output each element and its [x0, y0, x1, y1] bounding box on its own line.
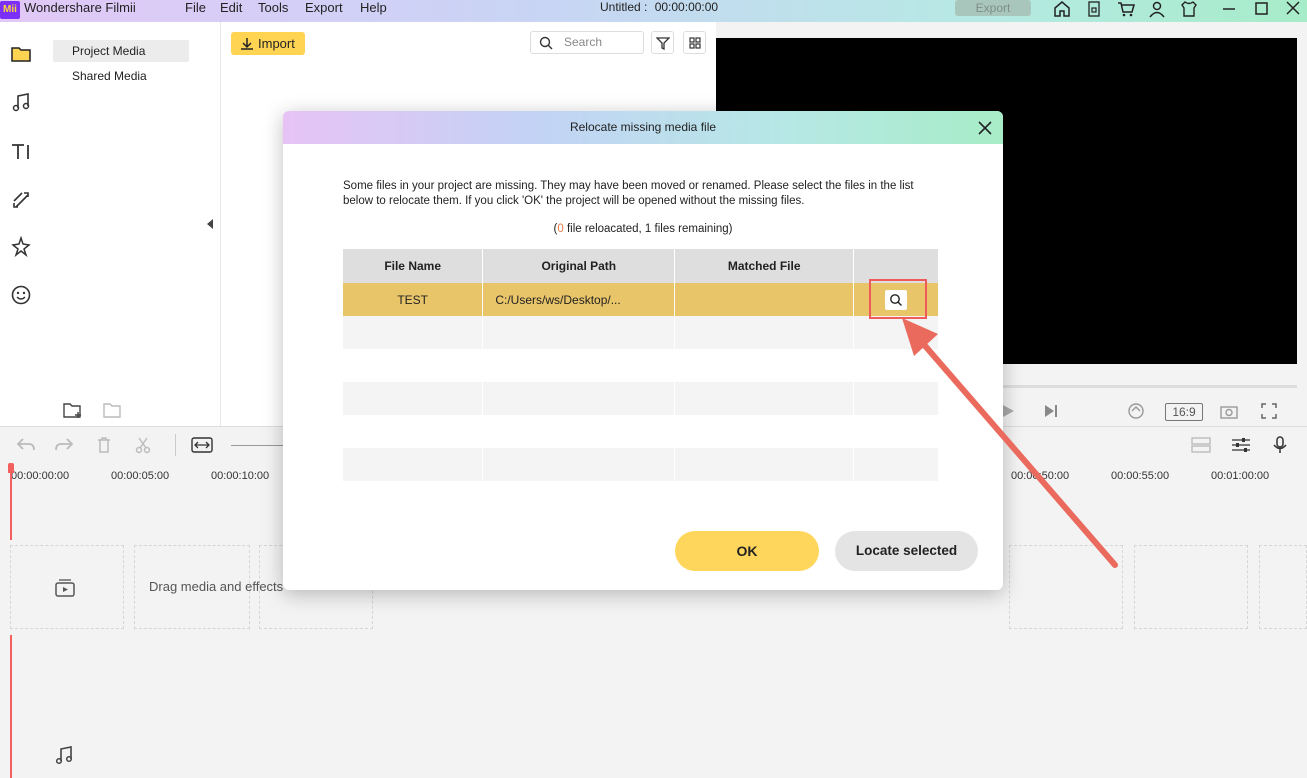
track-slot — [1134, 545, 1248, 629]
filter-icon — [656, 37, 670, 50]
table-row — [343, 415, 939, 448]
relocate-status: (0 file reloacated, 1 files remaining) — [283, 223, 1003, 235]
missing-files-table: File Name Original Path Matched File TES… — [343, 249, 939, 481]
shirt-icon[interactable] — [1178, 0, 1200, 18]
music-icon[interactable] — [10, 92, 32, 114]
menu-export[interactable]: Export — [305, 0, 343, 18]
annotation-arrow — [902, 318, 1118, 568]
audio-track-icon — [55, 746, 73, 765]
folder-icon[interactable] — [10, 43, 32, 65]
redo-icon[interactable] — [54, 436, 74, 454]
shared-media-tab[interactable]: Shared Media — [72, 68, 147, 84]
search-icon — [539, 36, 553, 50]
filter-button[interactable] — [651, 31, 674, 54]
ok-button[interactable]: OK — [675, 531, 819, 571]
dialog-close-icon[interactable] — [974, 117, 996, 139]
tick-label: 00:01:00:00 — [1211, 470, 1270, 482]
fullscreen-icon[interactable] — [1261, 403, 1277, 419]
file-lock-icon[interactable] — [1083, 0, 1105, 18]
export-button[interactable]: Export — [955, 0, 1031, 16]
microphone-icon[interactable] — [1270, 435, 1290, 455]
table-row — [343, 316, 939, 349]
track-manager-icon[interactable] — [1190, 436, 1212, 454]
text-icon[interactable] — [10, 141, 32, 163]
close-window-icon[interactable] — [1282, 0, 1304, 18]
menu-tools[interactable]: Tools — [258, 0, 288, 18]
track-hint: Drag media and effects — [149, 579, 284, 594]
grid-view-button[interactable] — [683, 31, 706, 54]
sticker-icon[interactable] — [10, 284, 32, 306]
aspect-ratio-button[interactable]: 16:9 — [1165, 403, 1203, 421]
table-row — [343, 382, 939, 415]
zoom-slider[interactable] — [231, 445, 283, 446]
project-title-label: Untitled : — [600, 0, 648, 14]
menu-edit[interactable]: Edit — [220, 0, 242, 18]
table-row — [343, 349, 939, 382]
column-matched-file: Matched File — [674, 249, 855, 283]
status-rest: file reloacated, 1 files remaining) — [563, 223, 733, 235]
tick-label: 00:00:00:00 — [11, 470, 70, 482]
project-time: 00:00:00:00 — [654, 0, 719, 14]
original-path-cell: C:/Users/ws/Desktop/... — [482, 283, 676, 316]
column-action — [853, 249, 939, 283]
dialog-title: Relocate missing media file — [569, 120, 717, 134]
home-icon[interactable] — [1051, 0, 1073, 18]
dialog-message: Some files in your project are missing. … — [343, 180, 914, 207]
table-row — [343, 448, 939, 481]
toolbar-divider — [175, 434, 176, 456]
snapshot-icon[interactable] — [1220, 403, 1238, 419]
project-title: Untitled : 00:00:00:00 — [600, 0, 718, 14]
video-track-icon — [55, 579, 75, 597]
menu-help[interactable]: Help — [360, 0, 387, 18]
menu-file[interactable]: File — [185, 0, 206, 18]
user-icon[interactable] — [1146, 0, 1168, 18]
minimize-icon[interactable] — [1218, 0, 1240, 18]
table-header-row: File Name Original Path Matched File — [343, 249, 939, 283]
cut-icon[interactable] — [134, 436, 152, 454]
undo-icon[interactable] — [16, 436, 36, 454]
tick-label: 00:00:05:00 — [111, 470, 170, 482]
matched-file-cell — [674, 283, 855, 316]
transition-icon[interactable] — [10, 189, 32, 211]
column-file-name: File Name — [343, 249, 484, 283]
left-icon-bar — [0, 22, 44, 426]
adjust-icon[interactable] — [1230, 436, 1252, 454]
new-folder-icon[interactable] — [62, 400, 84, 420]
project-media-tab[interactable]: Project Media — [53, 40, 189, 62]
grid-icon — [689, 37, 701, 49]
column-original-path: Original Path — [482, 249, 676, 283]
fit-timeline-icon[interactable] — [191, 436, 213, 454]
app-logo: Mii — [0, 1, 20, 19]
delete-folder-icon — [103, 403, 121, 418]
table-row[interactable]: TEST C:/Users/ws/Desktop/... — [343, 283, 939, 316]
delete-icon[interactable] — [95, 436, 113, 454]
download-icon — [241, 38, 253, 50]
effects-icon[interactable] — [10, 236, 32, 258]
maximize-icon[interactable] — [1250, 0, 1272, 18]
tick-label: 00:00:10:00 — [211, 470, 270, 482]
collapse-left-icon[interactable] — [205, 218, 215, 230]
app-name: Wondershare Filmii — [24, 0, 136, 15]
cart-icon[interactable] — [1115, 0, 1137, 18]
file-name-cell: TEST — [343, 283, 484, 316]
track-slot — [1259, 545, 1307, 629]
